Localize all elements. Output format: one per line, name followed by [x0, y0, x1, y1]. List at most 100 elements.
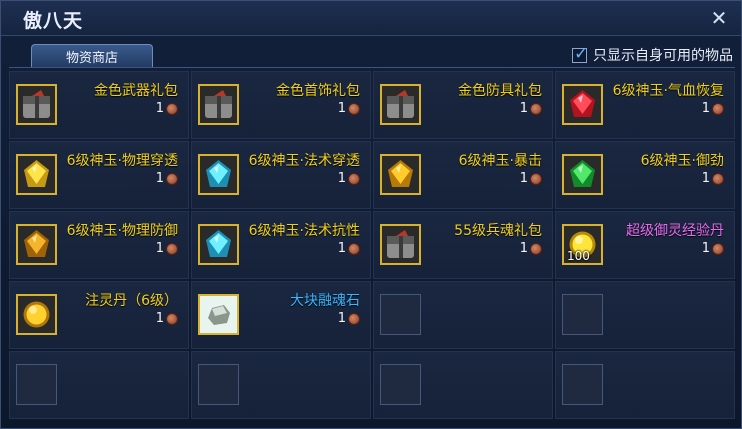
- item-name: 注灵丹（6级）: [85, 293, 178, 309]
- item-name: 金色首饰礼包: [276, 83, 360, 99]
- item-slot: [380, 364, 421, 405]
- price-value: 1: [337, 101, 346, 116]
- shop-item[interactable]: 6级神玉·暴击 1: [373, 141, 553, 209]
- item-name: 6级神玉·气血恢复: [612, 83, 724, 99]
- cyan-jade-icon: [206, 230, 231, 257]
- item-price: 1: [338, 101, 360, 116]
- price-value: 1: [701, 241, 710, 256]
- item-name: 金色防具礼包: [458, 83, 542, 99]
- item-price: 1: [520, 171, 542, 186]
- shop-item[interactable]: 6级神玉·法术抗性 1: [191, 211, 371, 279]
- item-slot: [562, 84, 603, 125]
- item-name: 6级神玉·法术抗性: [248, 223, 360, 239]
- currency-icon: [530, 172, 542, 185]
- shop-item[interactable]: 金色防具礼包 1: [373, 71, 553, 139]
- shop-item[interactable]: 大块融魂石 1: [191, 281, 371, 349]
- item-slot: [198, 84, 239, 125]
- filter-checkbox[interactable]: ✓: [572, 44, 588, 64]
- currency-icon: [348, 242, 360, 255]
- item-price: 1: [156, 311, 178, 326]
- empty-slot: [373, 281, 553, 349]
- item-name: 55级兵魂礼包: [454, 223, 542, 239]
- gift-pack-icon: [387, 230, 414, 258]
- item-name: 金色武器礼包: [94, 83, 178, 99]
- currency-icon: [712, 242, 724, 255]
- shop-item[interactable]: 注灵丹（6级） 1: [9, 281, 189, 349]
- red-jade-icon: [570, 90, 595, 117]
- shop-window: 傲八天 ✕ 物资商店 ✓ 只显示自身可用的物品 金色武器礼包 1 金色首饰礼包 1 金色…: [0, 0, 742, 429]
- item-slot: [16, 154, 57, 195]
- shop-item[interactable]: 6级神玉·气血恢复 1: [555, 71, 735, 139]
- spirit-pill-icon: [23, 301, 50, 328]
- shop-item[interactable]: 6级神玉·物理防御 1: [9, 211, 189, 279]
- currency-icon: [166, 102, 178, 115]
- price-value: 1: [155, 241, 164, 256]
- price-value: 1: [155, 171, 164, 186]
- item-slot: [16, 224, 57, 265]
- item-slot: [380, 224, 421, 265]
- item-name: 6级神玉·物理穿透: [66, 153, 178, 169]
- item-name: 超级御灵经验丹: [626, 223, 724, 239]
- gift-pack-icon: [387, 90, 414, 118]
- currency-icon: [166, 312, 178, 325]
- shop-item[interactable]: 6级神玉·物理穿透 1: [9, 141, 189, 209]
- currency-icon: [348, 312, 360, 325]
- item-slot: [198, 224, 239, 265]
- item-price: 1: [702, 171, 724, 186]
- price-value: 1: [519, 171, 528, 186]
- cyan-jade-icon: [206, 160, 231, 187]
- item-name: 大块融魂石: [290, 293, 360, 309]
- tab-label: 物资商店: [65, 50, 118, 66]
- item-slot: [16, 364, 57, 405]
- price-value: 1: [519, 241, 528, 256]
- shop-item[interactable]: 6级神玉·御劲 1: [555, 141, 735, 209]
- empty-slot: [373, 351, 553, 419]
- title-bar: 傲八天 ✕: [1, 1, 741, 36]
- item-slot: [16, 84, 57, 125]
- currency-icon: [530, 102, 542, 115]
- item-slot: [380, 84, 421, 125]
- checkmark-icon: ✓: [574, 43, 589, 64]
- item-name: 6级神玉·暴击: [458, 153, 542, 169]
- currency-icon: [348, 102, 360, 115]
- item-slot: [198, 154, 239, 195]
- gift-pack-icon: [205, 90, 232, 118]
- item-name: 6级神玉·御劲: [640, 153, 724, 169]
- usable-filter-toggle[interactable]: ✓ 只显示自身可用的物品: [572, 44, 733, 66]
- item-price: 1: [338, 241, 360, 256]
- shop-item[interactable]: 100 超级御灵经验丹 1: [555, 211, 735, 279]
- filter-label: 只显示自身可用的物品: [593, 48, 733, 64]
- item-price: 1: [520, 101, 542, 116]
- item-slot: [198, 294, 239, 335]
- empty-slot: [555, 281, 735, 349]
- item-price: 1: [338, 311, 360, 326]
- price-value: 1: [519, 101, 528, 116]
- price-value: 1: [337, 171, 346, 186]
- empty-slot: [191, 351, 371, 419]
- currency-icon: [348, 172, 360, 185]
- item-price: 1: [156, 241, 178, 256]
- yellow-jade-icon: [24, 160, 49, 187]
- gold-jade-icon: [388, 160, 413, 187]
- empty-slot: [9, 351, 189, 419]
- currency-icon: [166, 242, 178, 255]
- currency-icon: [530, 242, 542, 255]
- stack-count: 100: [567, 249, 590, 263]
- item-slot: [16, 294, 57, 335]
- green-jade-icon: [570, 160, 595, 187]
- item-price: 1: [156, 171, 178, 186]
- item-name: 6级神玉·物理防御: [66, 223, 178, 239]
- shop-item[interactable]: 金色首饰礼包 1: [191, 71, 371, 139]
- shop-item[interactable]: 55级兵魂礼包 1: [373, 211, 553, 279]
- currency-icon: [712, 172, 724, 185]
- currency-icon: [166, 172, 178, 185]
- item-price: 1: [702, 241, 724, 256]
- item-price: 1: [156, 101, 178, 116]
- tab-material-shop[interactable]: 物资商店: [31, 44, 153, 67]
- shop-item[interactable]: 6级神玉·法术穿透 1: [191, 141, 371, 209]
- item-grid: 金色武器礼包 1 金色首饰礼包 1 金色防具礼包 1 6级神玉·气血恢复 1 6级神玉·物理穿透…: [9, 71, 735, 423]
- window-title: 傲八天: [23, 10, 84, 32]
- empty-slot: [555, 351, 735, 419]
- shop-item[interactable]: 金色武器礼包 1: [9, 71, 189, 139]
- close-icon[interactable]: ✕: [707, 6, 731, 30]
